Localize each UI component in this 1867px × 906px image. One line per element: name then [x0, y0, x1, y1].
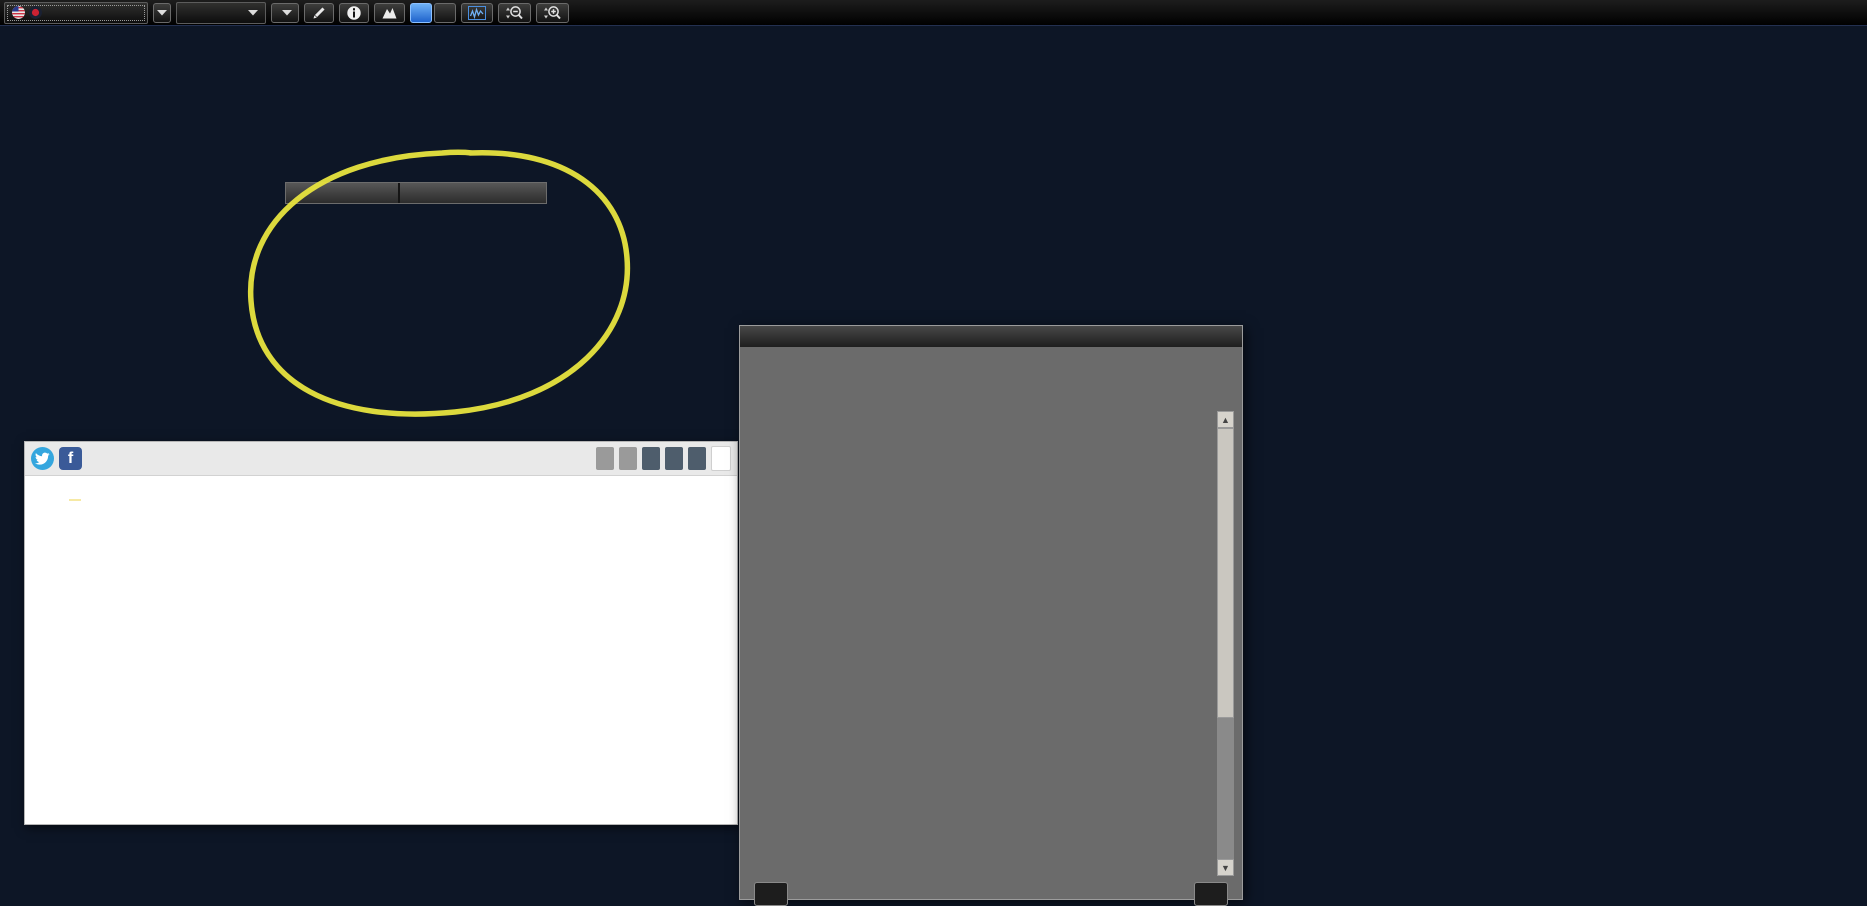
pl-table	[285, 182, 547, 204]
twitter-icon[interactable]	[31, 447, 54, 470]
pl-table-header	[285, 182, 547, 204]
news-scrollbar[interactable]: ▲ ▼	[1217, 411, 1234, 876]
news-title-bar[interactable]	[740, 326, 1242, 347]
chevron-down-icon	[157, 9, 167, 16]
japan-flag-icon	[29, 6, 42, 19]
chevron-down-icon	[282, 9, 292, 16]
us-flag-icon	[12, 6, 25, 19]
oneweek-button[interactable]	[688, 447, 706, 470]
chart-style-button[interactable]	[374, 3, 405, 23]
zoom-in-icon	[543, 5, 562, 21]
scrollbar-thumb[interactable]	[1217, 428, 1234, 718]
news-body	[754, 408, 1216, 878]
pair-selector[interactable]	[4, 2, 148, 24]
bid-button[interactable]	[410, 3, 432, 23]
pl-header-datetime	[400, 183, 546, 203]
technical-select-button[interactable]	[271, 3, 299, 23]
zoom-in-button[interactable]	[536, 3, 569, 23]
facebook-icon[interactable]: f	[59, 447, 82, 470]
treasury-chart	[25, 523, 739, 786]
quote-time	[69, 499, 81, 501]
yahoo-button[interactable]	[619, 447, 637, 470]
treasury-footer	[25, 803, 737, 825]
oneday-button[interactable]	[711, 446, 731, 471]
longterm-button[interactable]	[665, 447, 683, 470]
info-icon	[346, 5, 362, 21]
treasury-quote	[25, 476, 737, 523]
tick-chart-icon	[468, 6, 486, 20]
treasury-header: f	[25, 442, 737, 476]
old-button[interactable]	[754, 882, 788, 906]
treasury-widget: f	[24, 441, 738, 825]
timeframe-selector[interactable]	[176, 2, 266, 24]
bloomberg-button[interactable]	[596, 447, 614, 470]
chevron-down-icon	[248, 9, 258, 16]
info-button[interactable]	[339, 3, 369, 23]
news-headline	[740, 347, 1242, 359]
draw-tool-button[interactable]	[304, 3, 334, 23]
news-window: ▲ ▼	[739, 325, 1243, 900]
pencil-icon	[311, 5, 327, 21]
scroll-up-icon[interactable]: ▲	[1217, 411, 1234, 428]
mountain-icon	[381, 5, 398, 21]
new-button[interactable]	[1194, 882, 1228, 906]
pl-header-amount	[286, 183, 400, 203]
treasury-x-axis	[25, 787, 737, 802]
ask-button[interactable]	[434, 3, 456, 23]
zoom-out-button[interactable]	[498, 3, 531, 23]
timeseries-button[interactable]	[642, 447, 660, 470]
scroll-down-icon[interactable]: ▼	[1217, 859, 1234, 876]
zoom-out-icon	[505, 5, 524, 21]
pair-dropdown-button[interactable]	[153, 3, 171, 23]
tick-chart-button[interactable]	[461, 3, 493, 23]
toolbar	[0, 0, 1867, 26]
